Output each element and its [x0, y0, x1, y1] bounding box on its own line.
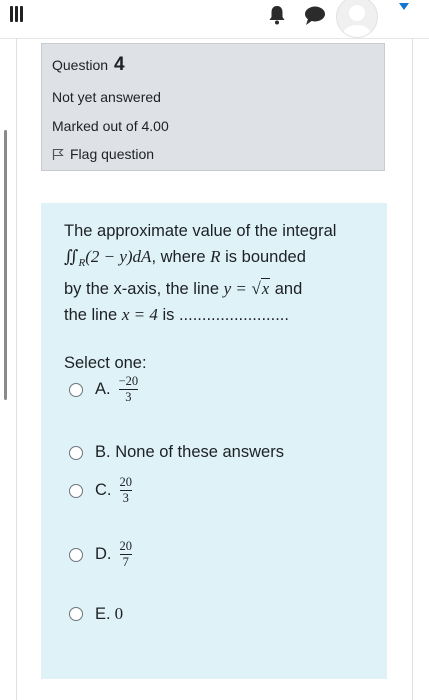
question-text: The approximate value of the integral ∬ R…	[64, 218, 364, 328]
integrand: (2 − y)dA	[85, 247, 152, 266]
option-c[interactable]: C. 20 3	[69, 476, 132, 505]
text-bounded: is bounded	[225, 248, 306, 266]
option-e-radio[interactable]	[69, 607, 83, 621]
top-navbar	[0, 0, 429, 39]
option-c-denominator: 3	[122, 491, 129, 505]
option-c-numerator: 20	[119, 475, 133, 489]
hamburger-menu-icon[interactable]	[10, 6, 24, 28]
scrollbar[interactable]	[4, 130, 7, 400]
avatar[interactable]	[336, 0, 378, 38]
option-c-letter: C.	[95, 481, 112, 499]
option-e-letter: E.	[95, 604, 111, 623]
question-content-box: The approximate value of the integral ∬ R…	[41, 203, 387, 679]
caret-down-icon[interactable]	[398, 2, 410, 12]
curve-lhs: y =	[223, 279, 247, 298]
sqrt-radicand: x	[260, 278, 271, 298]
text-is: is ........................	[162, 306, 289, 324]
sqrt-expression: √x	[251, 278, 271, 298]
option-d-denominator: 7	[122, 555, 129, 569]
question-number: 4	[113, 54, 125, 75]
option-c-radio[interactable]	[69, 483, 83, 498]
text-by: by the x-axis, the line	[64, 280, 219, 298]
option-d-radio[interactable]	[69, 547, 83, 562]
question-heading: Question 4	[52, 54, 374, 76]
option-b-letter: B.	[95, 443, 111, 461]
text-and: and	[274, 280, 303, 298]
option-e-value: 0	[114, 604, 124, 623]
option-d-fraction: 20 7	[119, 539, 133, 569]
option-d[interactable]: D. 20 7	[69, 540, 132, 569]
option-c-fraction: 20 3	[119, 475, 133, 505]
chat-bubble-icon[interactable]	[303, 4, 327, 26]
option-e[interactable]: E. 0	[69, 604, 123, 624]
option-b[interactable]: B. None of these answers	[69, 443, 284, 462]
line-equation: x = 4	[121, 305, 158, 324]
option-a-denominator: 3	[125, 390, 132, 404]
question-info-box: Question 4 Not yet answered Marked out o…	[41, 43, 385, 171]
page-frame-right	[412, 38, 413, 700]
option-a-fraction: −20 3	[118, 374, 139, 404]
question-text-intro: The approximate value of the integral	[64, 222, 337, 240]
option-a-letter: A.	[95, 380, 111, 398]
integral-symbol: ∬	[64, 247, 79, 266]
bell-icon[interactable]	[267, 4, 287, 26]
option-a[interactable]: A. −20 3	[69, 374, 139, 404]
option-b-radio[interactable]	[69, 445, 83, 460]
select-one-prompt: Select one:	[64, 354, 147, 372]
flag-icon	[52, 148, 64, 160]
flag-question-link[interactable]: Flag question	[52, 146, 374, 162]
region-variable: R	[210, 247, 221, 266]
question-label: Question	[52, 57, 109, 73]
page-frame-left	[16, 38, 17, 700]
option-b-text: None of these answers	[115, 443, 284, 461]
text-where: , where	[151, 248, 206, 266]
option-d-numerator: 20	[119, 539, 133, 553]
question-marks: Marked out of 4.00	[52, 118, 169, 134]
option-a-radio[interactable]	[69, 382, 83, 397]
question-status: Not yet answered	[52, 89, 161, 105]
option-d-letter: D.	[95, 545, 112, 563]
flag-question-label: Flag question	[70, 146, 155, 162]
option-a-numerator: −20	[118, 374, 139, 388]
text-line: the line	[64, 306, 118, 324]
